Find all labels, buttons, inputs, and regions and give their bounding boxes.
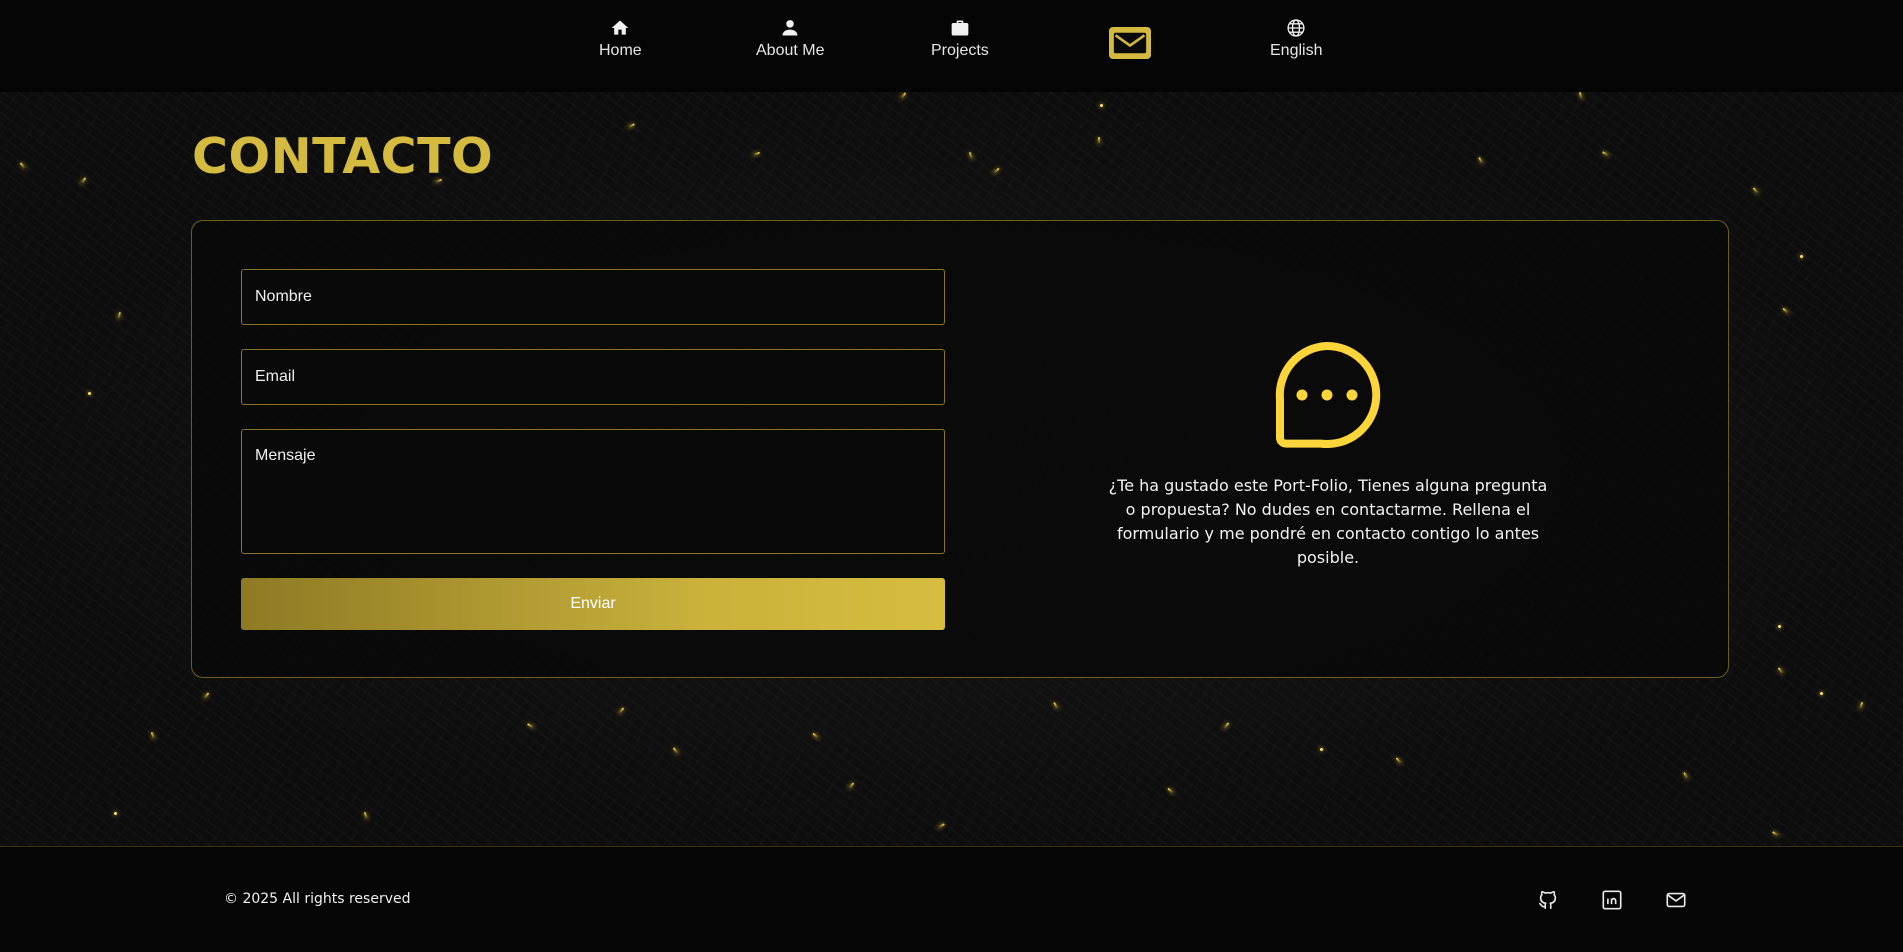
message-textarea[interactable] (241, 429, 945, 554)
user-icon (782, 20, 798, 36)
footer: © 2025 All rights reserved (0, 846, 1903, 952)
nav-projects[interactable]: Projects (931, 18, 989, 60)
github-icon (1538, 890, 1557, 910)
linkedin-link[interactable] (1601, 889, 1623, 911)
nav-home[interactable]: Home (599, 18, 642, 60)
globe-icon (1287, 19, 1305, 37)
contact-description: ¿Te ha gustado este Port-Folio, Tienes a… (1108, 476, 1548, 567)
home-icon (612, 20, 629, 35)
nav-home-label: Home (599, 42, 642, 59)
email-input[interactable] (241, 349, 945, 405)
nav-about-label: About Me (756, 42, 825, 59)
briefcase-icon (951, 20, 969, 36)
nav-projects-label: Projects (931, 42, 989, 59)
email-link[interactable] (1665, 889, 1687, 911)
page-title: CONTACTO (192, 128, 494, 185)
nav-language[interactable]: English (1270, 18, 1322, 60)
mail-icon (1666, 892, 1686, 908)
name-input[interactable] (241, 269, 945, 325)
nav-contact[interactable] (1109, 27, 1151, 59)
mail-icon (1113, 32, 1147, 54)
send-button[interactable]: Enviar (241, 578, 945, 630)
chat-bubble-icon (1275, 341, 1381, 448)
nav-about-me[interactable]: About Me (756, 18, 824, 60)
copyright-text: © 2025 All rights reserved (224, 891, 411, 907)
contact-card: Enviar ¿Te ha gustado este Port-Folio, T… (191, 220, 1729, 678)
top-navigation: Home About Me Projects English (0, 0, 1903, 92)
nav-language-label: English (1270, 42, 1323, 59)
github-link[interactable] (1537, 889, 1559, 911)
linkedin-icon (1602, 890, 1622, 910)
